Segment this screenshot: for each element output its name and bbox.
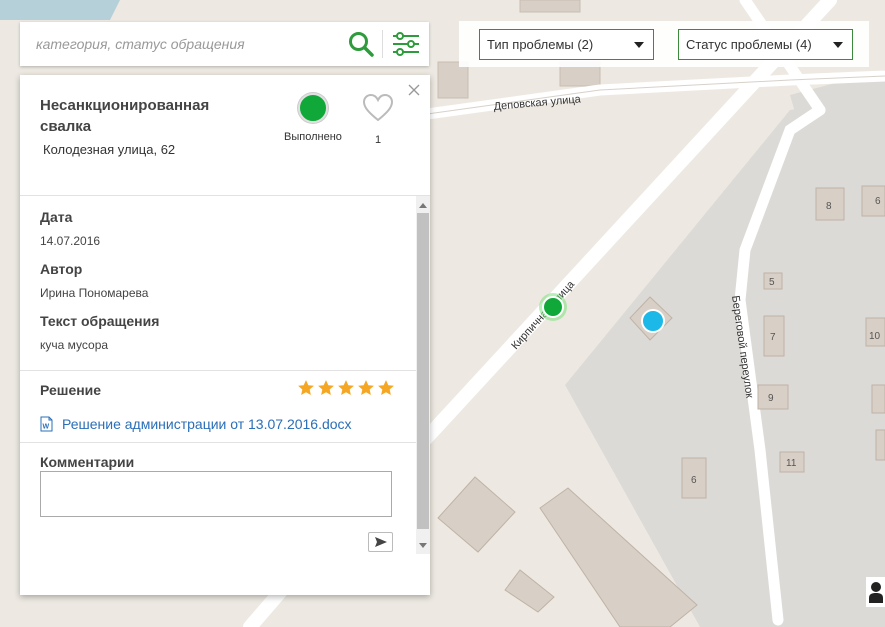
author-value: Ирина Пономарева (40, 286, 149, 300)
problem-status-dropdown[interactable]: Статус проблемы (4) (678, 29, 853, 60)
sliders-icon (393, 32, 419, 56)
house-number: 6 (875, 196, 881, 207)
heart-icon[interactable] (362, 93, 394, 123)
decision-document-link[interactable]: W Решение администрации от 13.07.2016.do… (40, 416, 352, 432)
rating-stars (297, 379, 395, 397)
user-profile-button[interactable] (866, 577, 885, 607)
search-input[interactable] (20, 22, 344, 66)
comment-input[interactable] (40, 471, 392, 517)
close-icon[interactable] (407, 83, 421, 97)
scroll-up-icon[interactable] (419, 203, 427, 208)
search-button[interactable] (344, 27, 378, 61)
issue-address: Колодезная улица, 62 (43, 142, 176, 157)
house-number: 10 (869, 331, 881, 342)
send-comment-button[interactable] (368, 532, 393, 552)
author-label: Автор (40, 261, 83, 277)
search-bar (20, 22, 429, 66)
document-link-text: Решение администрации от 13.07.2016.docx (62, 416, 352, 432)
status-dot-icon (298, 93, 328, 123)
word-document-icon: W (40, 416, 53, 432)
house-number: 5 (769, 277, 775, 288)
user-icon (869, 582, 883, 603)
problem-status-value: Статус проблемы (4) (686, 37, 812, 52)
like-count: 1 (374, 134, 382, 146)
status-label: Выполнено (284, 131, 342, 143)
scrollbar-thumb[interactable] (417, 213, 429, 529)
date-label: Дата (40, 209, 73, 225)
star-icon (338, 380, 354, 396)
search-separator (382, 30, 383, 58)
map-marker-blue[interactable] (641, 309, 665, 333)
star-icon (318, 380, 334, 396)
filter-settings-button[interactable] (387, 27, 425, 61)
star-icon (378, 380, 394, 396)
star-icon (298, 380, 314, 396)
text-value: куча мусора (40, 338, 109, 352)
caret-down-icon (634, 42, 644, 48)
problem-type-value: Тип проблемы (2) (487, 37, 594, 52)
divider (20, 442, 416, 443)
issue-details[interactable]: Дата 14.07.2016 Автор Ирина Пономарева Т… (20, 196, 430, 554)
like-widget: 1 (358, 93, 398, 146)
decision-label: Решение (40, 382, 102, 398)
map-marker-selected[interactable] (539, 293, 567, 321)
scroll-down-icon[interactable] (419, 543, 427, 548)
text-label: Текст обращения (40, 313, 160, 329)
divider (20, 370, 416, 371)
house-number: 7 (770, 332, 776, 343)
house-number: 9 (768, 393, 774, 404)
house-number: 6 (691, 475, 697, 486)
status-indicator: Выполнено (278, 93, 348, 143)
filter-panel: Тип проблемы (2) Статус проблемы (4) (459, 21, 869, 67)
issue-card: Несанкционированная свалка Колодезная ул… (20, 75, 430, 595)
svg-text:W: W (43, 424, 50, 431)
search-icon (349, 32, 374, 57)
problem-type-dropdown[interactable]: Тип проблемы (2) (479, 29, 654, 60)
star-icon (358, 380, 374, 396)
date-value: 14.07.2016 (40, 234, 101, 248)
send-icon (374, 537, 387, 547)
house-number: 8 (826, 201, 832, 212)
issue-title: Несанкционированная свалка (40, 97, 210, 135)
caret-down-icon (833, 42, 843, 48)
details-scrollbar[interactable] (416, 196, 430, 554)
house-number: 11 (786, 458, 797, 469)
comments-label: Комментарии (40, 454, 135, 470)
